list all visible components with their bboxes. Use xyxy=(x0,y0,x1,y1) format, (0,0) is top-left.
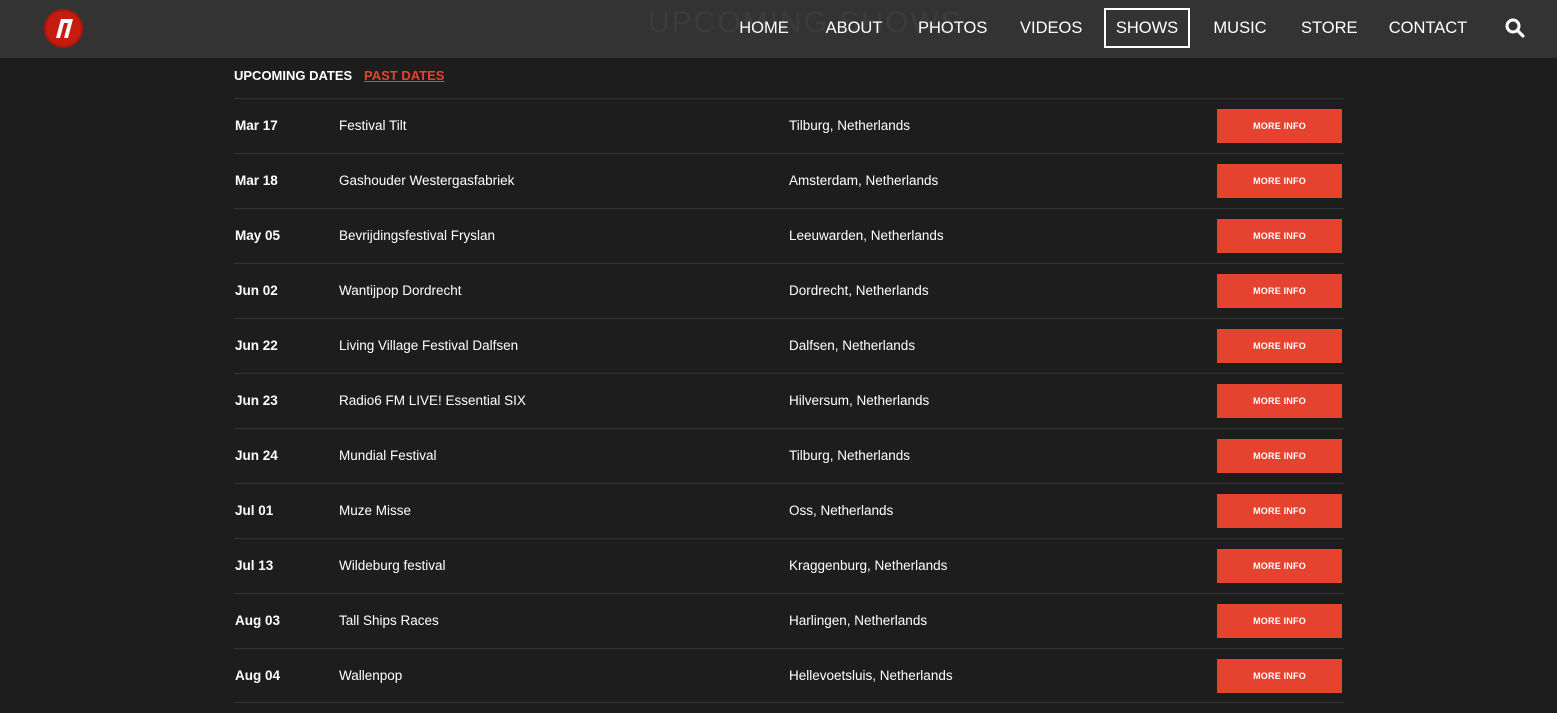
show-row: Jun 24 Mundial Festival Tilburg, Netherl… xyxy=(234,428,1344,483)
more-info-button[interactable]: MORE INFO xyxy=(1217,494,1342,528)
more-info-button[interactable]: MORE INFO xyxy=(1217,549,1342,583)
show-location: Leeuwarden, Netherlands xyxy=(789,228,944,243)
nav-shows[interactable]: SHOWS xyxy=(1104,8,1190,48)
show-location: Oss, Netherlands xyxy=(789,503,894,518)
show-row: Jun 23 Radio6 FM LIVE! Essential SIX Hil… xyxy=(234,373,1344,428)
show-venue: Wallenpop xyxy=(339,668,403,683)
show-date: Aug 04 xyxy=(235,668,281,683)
logo-mark-icon xyxy=(56,19,73,38)
more-info-button[interactable]: MORE INFO xyxy=(1217,164,1342,198)
show-venue: Radio6 FM LIVE! Essential SIX xyxy=(339,393,526,408)
band-logo[interactable] xyxy=(44,9,83,48)
nav-photos[interactable]: PHOTOS xyxy=(918,8,987,48)
show-row: Mar 18 Gashouder Westergasfabriek Amster… xyxy=(234,153,1344,208)
nav-music[interactable]: MUSIC xyxy=(1212,8,1268,48)
site-header: UPCOMING SHOWS HOME ABOUT PHOTOS VIDEOS … xyxy=(0,0,1557,58)
search-icon[interactable] xyxy=(1504,17,1526,39)
show-location: Harlingen, Netherlands xyxy=(789,613,928,628)
show-venue: Living Village Festival Dalfsen xyxy=(339,338,519,353)
nav-store[interactable]: STORE xyxy=(1301,8,1358,48)
show-location: Hilversum, Netherlands xyxy=(789,393,930,408)
show-date: Jun 24 xyxy=(235,448,278,463)
more-info-button[interactable]: MORE INFO xyxy=(1217,384,1342,418)
nav-about[interactable]: ABOUT xyxy=(825,8,883,48)
show-location: Dalfsen, Netherlands xyxy=(789,338,916,353)
show-date: Jul 13 xyxy=(235,558,274,573)
more-info-button[interactable]: MORE INFO xyxy=(1217,329,1342,363)
tab-upcoming-dates[interactable]: UPCOMING DATES xyxy=(234,68,352,83)
page-title: UPCOMING SHOWS xyxy=(648,6,963,39)
more-info-button[interactable]: MORE INFO xyxy=(1217,604,1342,638)
show-row: Jun 02 Wantijpop Dordrecht Dordrecht, Ne… xyxy=(234,263,1344,318)
show-row: Mar 17 Festival Tilt Tilburg, Netherland… xyxy=(234,98,1344,153)
show-venue: Muze Misse xyxy=(339,503,412,518)
show-date: Jun 22 xyxy=(235,338,278,353)
tab-past-dates[interactable]: PAST DATES xyxy=(364,68,444,83)
show-location: Hellevoetsluis, Netherlands xyxy=(789,668,953,683)
show-date: Mar 17 xyxy=(235,118,278,133)
nav-contact[interactable]: CONTACT xyxy=(1388,8,1468,48)
show-venue: Wantijpop Dordrecht xyxy=(339,283,462,298)
show-venue: Festival Tilt xyxy=(339,118,407,133)
more-info-button[interactable]: MORE INFO xyxy=(1217,109,1342,143)
show-date: May 05 xyxy=(235,228,281,243)
show-location: Tilburg, Netherlands xyxy=(789,118,911,133)
show-date: Jul 01 xyxy=(235,503,274,518)
show-row: Aug 04 Wallenpop Hellevoetsluis, Netherl… xyxy=(234,648,1344,703)
show-date: Jun 23 xyxy=(235,393,278,408)
show-venue: Gashouder Westergasfabriek xyxy=(339,173,515,188)
more-info-button[interactable]: MORE INFO xyxy=(1217,439,1342,473)
show-venue: Mundial Festival xyxy=(339,448,437,463)
show-location: Dordrecht, Netherlands xyxy=(789,283,929,298)
show-row: Jul 01 Muze Misse Oss, Netherlands MORE … xyxy=(234,483,1344,538)
show-row: May 05 Bevrijdingsfestival Fryslan Leeuw… xyxy=(234,208,1344,263)
show-location: Amsterdam, Netherlands xyxy=(789,173,939,188)
show-row: Aug 03 Tall Ships Races Harlingen, Nethe… xyxy=(234,593,1344,648)
more-info-button[interactable]: MORE INFO xyxy=(1217,219,1342,253)
show-date: Jun 02 xyxy=(235,283,278,298)
show-venue: Bevrijdingsfestival Fryslan xyxy=(339,228,496,243)
show-location: Tilburg, Netherlands xyxy=(789,448,911,463)
nav-home[interactable]: HOME xyxy=(738,8,790,48)
show-date: Aug 03 xyxy=(235,613,281,628)
show-row: Jul 13 Wildeburg festival Kraggenburg, N… xyxy=(234,538,1344,593)
show-location: Kraggenburg, Netherlands xyxy=(789,558,948,573)
more-info-button[interactable]: MORE INFO xyxy=(1217,274,1342,308)
more-info-button[interactable]: MORE INFO xyxy=(1217,659,1342,693)
show-venue: Wildeburg festival xyxy=(339,558,446,573)
show-venue: Tall Ships Races xyxy=(339,613,439,628)
show-date: Mar 18 xyxy=(235,173,278,188)
show-row: Jun 22 Living Village Festival Dalfsen D… xyxy=(234,318,1344,373)
nav-videos[interactable]: VIDEOS xyxy=(1020,8,1082,48)
